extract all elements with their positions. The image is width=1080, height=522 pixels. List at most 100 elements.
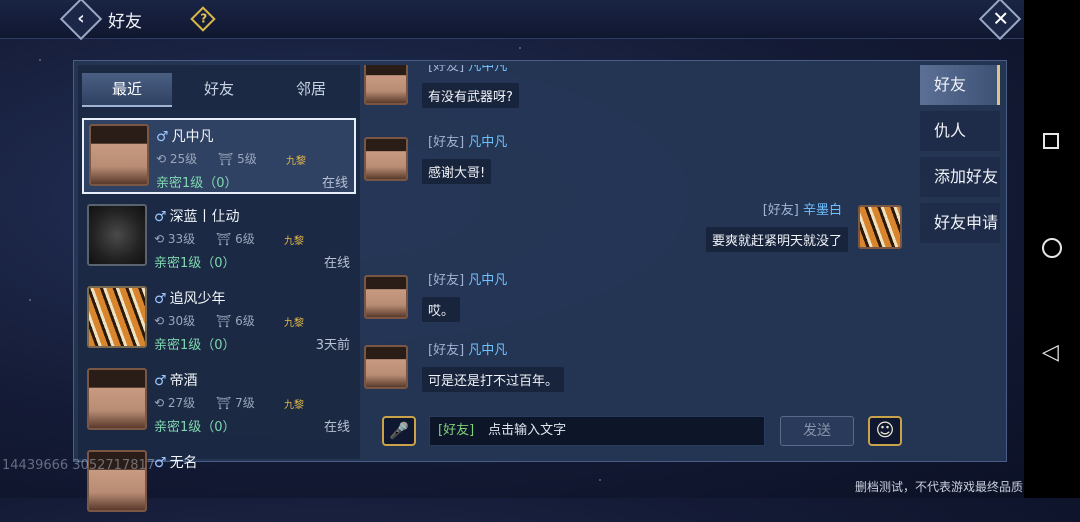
friend-avatar	[89, 124, 149, 186]
back-button[interactable]: ‹	[59, 0, 103, 41]
friend-name: ♂ 帝酒	[154, 370, 198, 390]
input-placeholder: 点击输入文字	[488, 423, 567, 438]
tab-friends[interactable]: 好友	[174, 73, 264, 105]
friend-rank-text: 5级	[237, 152, 257, 166]
side-tab-friend-requests[interactable]: 好友申请	[920, 203, 1000, 243]
message-sender: [好友] 凡中凡	[428, 269, 507, 288]
friend-level-text: 25级	[169, 152, 198, 166]
friend-level-text: 27级	[167, 396, 196, 410]
send-button[interactable]: 发送	[780, 416, 854, 446]
friend-intimacy: 亲密1级（0）	[154, 338, 236, 353]
friend-level: ⟲ 27级	[154, 394, 195, 411]
rank-icon: ⛩	[216, 314, 236, 328]
message-sender-name[interactable]: 凡中凡	[468, 273, 507, 288]
message-avatar	[364, 345, 408, 389]
message-text: 有没有武器呀?	[422, 83, 519, 108]
friend-name-text: 深蓝丨仩动	[169, 209, 240, 225]
tab-neighbors[interactable]: 邻居	[266, 73, 356, 105]
level-icon: ⟲	[154, 396, 168, 410]
male-icon: ♂	[156, 129, 169, 145]
friend-rank-text: 7级	[235, 396, 255, 410]
chat-input-bar: 🎤 [好友] 点击输入文字 发送 ☺	[364, 411, 914, 457]
friend-faction: 九黎	[286, 156, 306, 167]
friend-level: ⟲ 25级	[156, 150, 197, 167]
friend-level-text: 30级	[167, 314, 196, 328]
male-icon: ♂	[154, 209, 167, 225]
friend-name: ♂ 追风少年	[154, 288, 226, 308]
smiley-icon: ☺	[875, 420, 895, 441]
friend-rank: ⛩ 6级	[216, 230, 255, 247]
friend-status: 在线	[323, 420, 350, 435]
friend-status: 在线	[321, 176, 348, 191]
message-avatar	[364, 137, 408, 181]
friend-avatar	[87, 368, 147, 430]
recents-icon[interactable]	[1043, 133, 1059, 149]
friend-rank: ⛩ 7级	[216, 394, 255, 411]
page-title: 好友	[108, 12, 142, 32]
back-triangle-icon[interactable]: ◁	[1042, 340, 1059, 365]
friend-name-text: 追风少年	[169, 291, 226, 307]
friend-avatar	[87, 204, 147, 266]
message-sender-name[interactable]: 辛墨白	[803, 203, 842, 218]
message-sender-name[interactable]: 凡中凡	[468, 343, 507, 358]
friend-level: ⟲ 33级	[154, 230, 195, 247]
message-text: 要爽就赶紧明天就没了	[705, 227, 848, 252]
message-sender: [好友] 凡中凡	[428, 131, 507, 150]
message-sender: [好友] 凡中凡	[428, 339, 507, 358]
message-channel: [好友]	[428, 65, 465, 74]
friend-name-text: 帝酒	[169, 373, 198, 389]
message-sender: [好友] 凡中凡	[428, 65, 507, 74]
top-bar: ‹ 好友 ? ✕	[0, 0, 1024, 41]
level-icon: ⟲	[156, 152, 170, 166]
friend-rank: ⛩ 5级	[218, 150, 257, 167]
friend-row[interactable]: ♂ 追风少年 ⟲ 30级 ⛩ 6级 九黎 亲密1级（0） 3天前	[82, 282, 356, 358]
message-text: 感谢大哥!	[422, 159, 492, 184]
male-icon: ♂	[154, 291, 167, 307]
message-sender-name[interactable]: 凡中凡	[468, 65, 507, 74]
friend-level-text: 33级	[167, 232, 196, 246]
microphone-icon: 🎤	[389, 421, 409, 440]
message-sender: [好友] 辛墨白	[763, 199, 842, 218]
side-tab-friends[interactable]: 好友	[920, 65, 1000, 105]
player-uid: 14439666 3052717817	[2, 458, 156, 473]
question-icon: ?	[200, 11, 208, 26]
test-disclaimer: 删档测试，不代表游戏最终品质	[855, 480, 1024, 494]
friend-faction: 九黎	[284, 236, 304, 247]
friend-row[interactable]: ♂ 凡中凡 ⟲ 25级 ⛩ 5级 九黎亲密1级（0） 在线	[82, 118, 356, 194]
message-sender-name[interactable]: 凡中凡	[468, 135, 507, 150]
friend-level: ⟲ 30级	[154, 312, 195, 329]
message-avatar	[858, 205, 902, 249]
rank-icon: ⛩	[218, 152, 238, 166]
friend-faction: 九黎	[284, 318, 304, 329]
side-tab-enemies[interactable]: 仇人	[920, 111, 1000, 151]
message-channel: [好友]	[762, 203, 799, 218]
friend-intimacy: 亲密1级（0）	[156, 176, 238, 191]
friend-avatar	[87, 286, 147, 348]
message-text: 可是还是打不过百年。	[422, 367, 565, 392]
friend-name: ♂ 凡中凡	[156, 126, 214, 146]
chat-log[interactable]: [好友] 凡中凡 有没有武器呀? [好友] 凡中凡 感谢大哥! [好友] 辛墨白 要爽就赶…	[364, 65, 914, 411]
close-button[interactable]: ✕	[978, 0, 1022, 41]
message-channel: [好友]	[428, 343, 465, 358]
friend-intimacy: 亲密1级（0）	[154, 420, 236, 435]
emoji-button[interactable]: ☺	[868, 416, 902, 446]
message-channel: [好友]	[428, 273, 465, 288]
close-icon: ✕	[992, 6, 1010, 31]
help-button[interactable]: ?	[190, 6, 216, 32]
home-icon[interactable]	[1042, 238, 1062, 258]
friend-rank-text: 6级	[235, 314, 255, 328]
friend-rank-text: 6级	[235, 232, 255, 246]
side-tab-add-friend[interactable]: 添加好友	[920, 157, 1000, 197]
rank-icon: ⛩	[216, 396, 236, 410]
chat-input[interactable]: [好友] 点击输入文字	[429, 416, 765, 446]
friend-row[interactable]: ♂ 帝酒 ⟲ 27级 ⛩ 7级 九黎 亲密1级（0） 在线	[82, 364, 356, 440]
input-channel-label: [好友]	[438, 423, 475, 438]
friend-row[interactable]: ♂ 深蓝丨仩动 ⟲ 33级 ⛩ 6级 九黎 亲密1级（0） 在线	[82, 200, 356, 276]
friend-intimacy: 亲密1级（0）	[154, 256, 236, 271]
friend-name-text: 无名	[169, 455, 198, 471]
friend-name: ♂ 深蓝丨仩动	[154, 206, 240, 226]
tab-recent[interactable]: 最近	[82, 73, 172, 107]
back-arrow-icon: ‹	[77, 8, 85, 29]
voice-button[interactable]: 🎤	[382, 416, 416, 446]
level-icon: ⟲	[154, 314, 168, 328]
